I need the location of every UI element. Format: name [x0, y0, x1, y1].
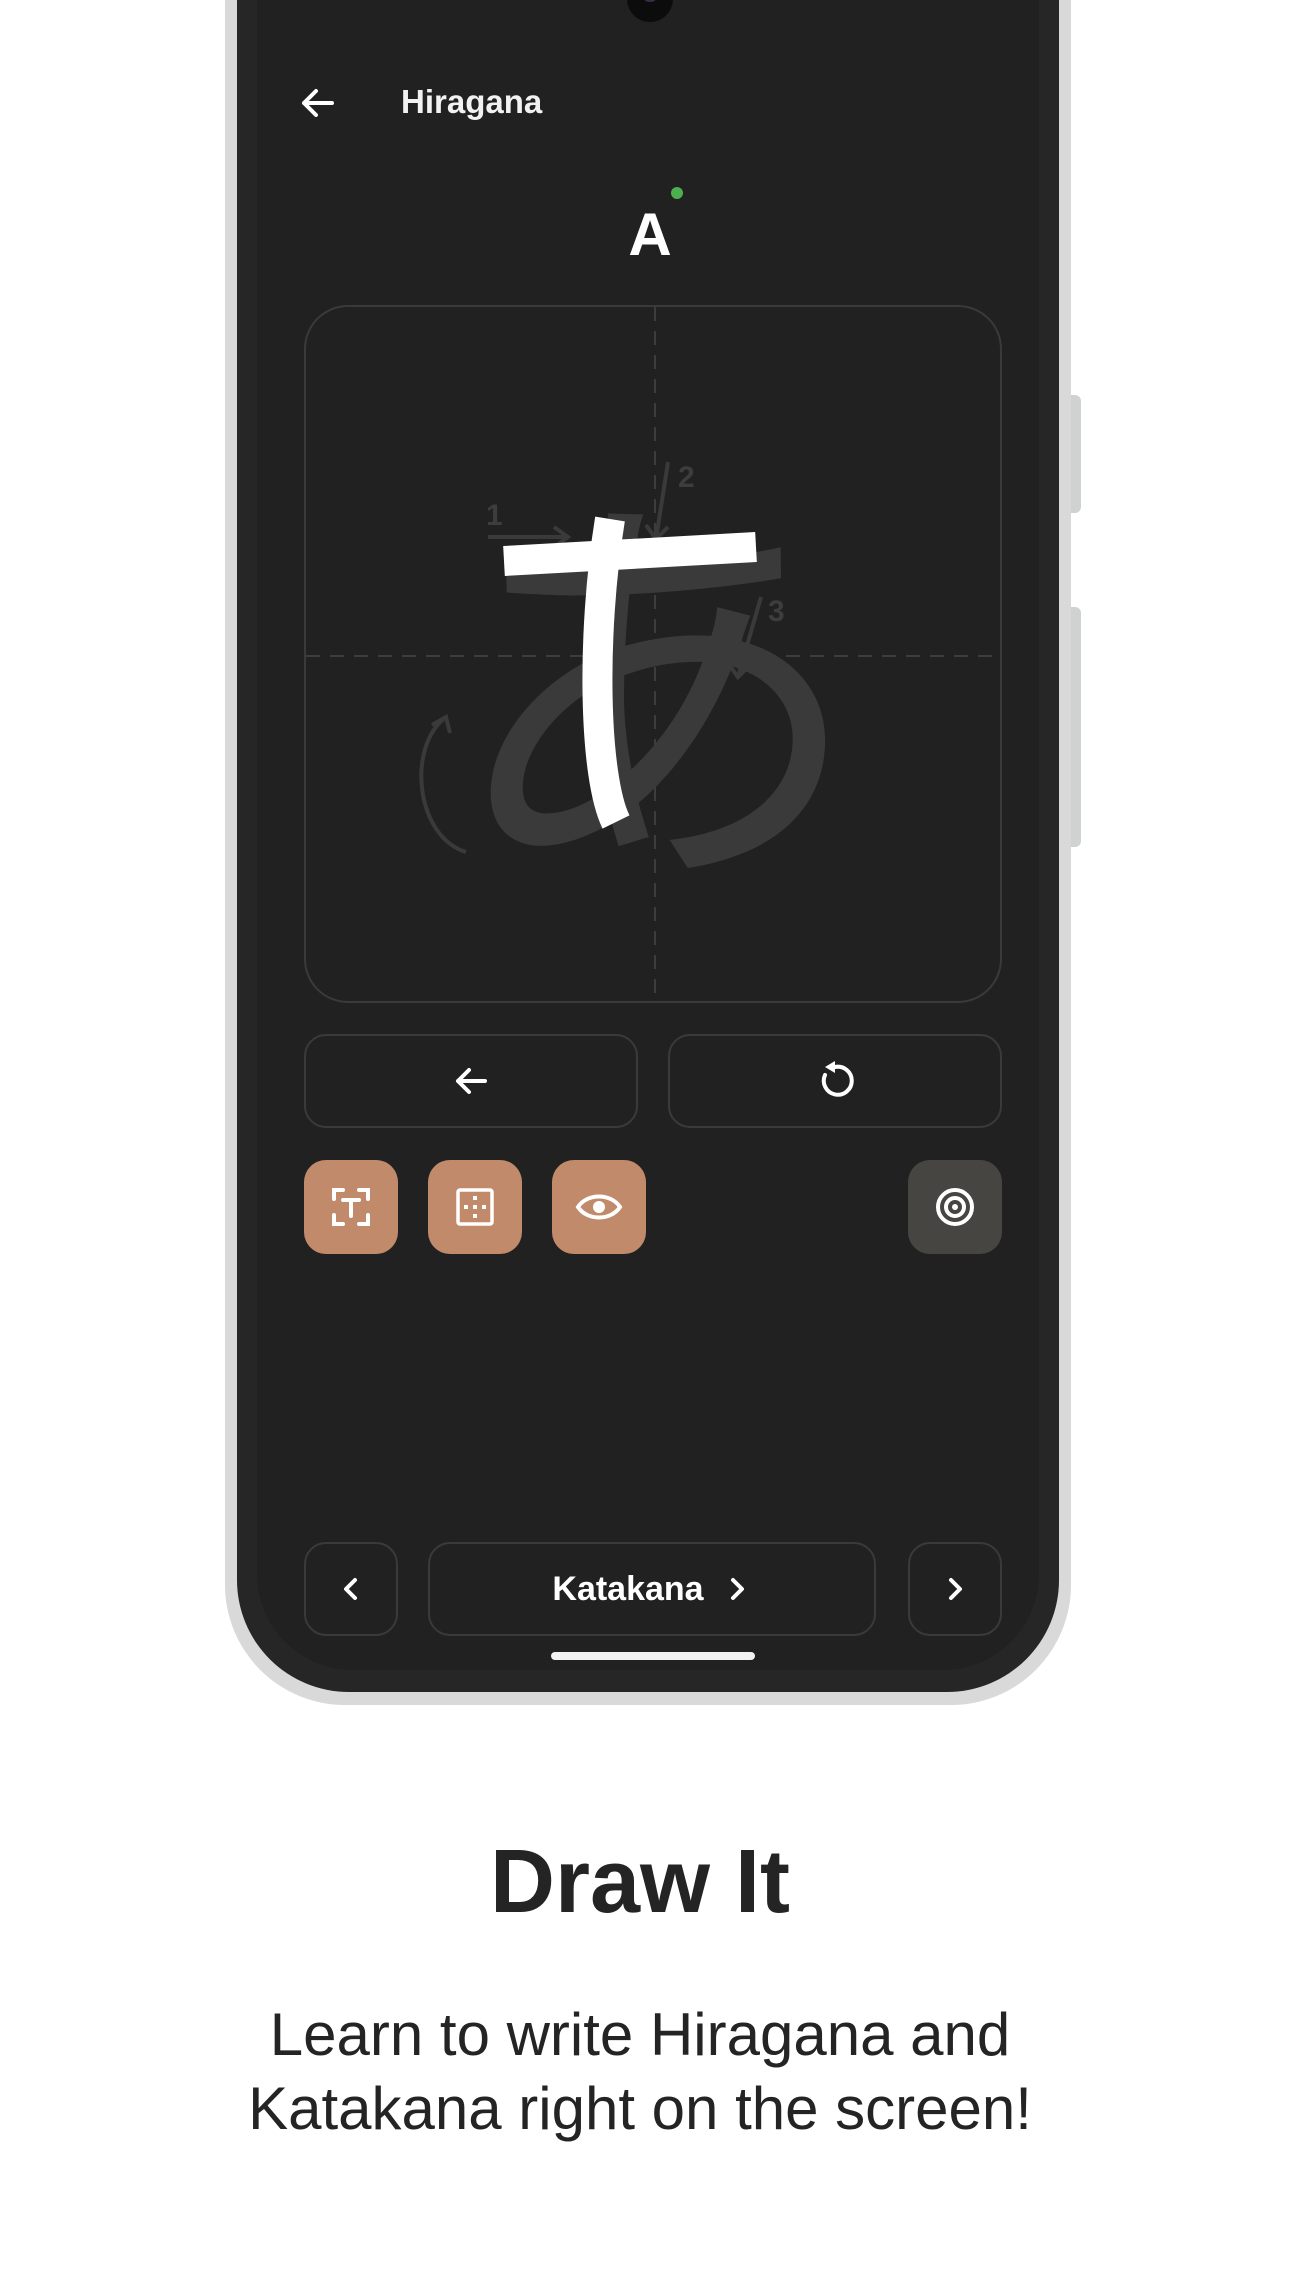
next-character-button[interactable] [908, 1542, 1002, 1636]
text-scan-icon [332, 1188, 370, 1226]
status-dot [671, 187, 683, 199]
chevron-right-icon [949, 1578, 962, 1600]
promo-subtext-line: Katakana right on the screen! [248, 2075, 1032, 2142]
kana-guide-character: あ [445, 458, 865, 947]
romaji-label: A [628, 201, 672, 268]
arrow-left-icon [456, 1068, 487, 1094]
phone-side-button [1071, 395, 1081, 513]
promo-headline: Draw It [489, 1832, 791, 1932]
canvas-drawing: あ 1 2 3 [306, 307, 1000, 1001]
promo-subtext: Learn to write Hiragana and Katakana rig… [140, 1998, 1140, 2146]
home-indicator[interactable] [551, 1652, 755, 1660]
promo-subtext-line: Learn to write Hiragana and [269, 2001, 1011, 2068]
back-button[interactable] [292, 78, 342, 128]
grid-toggle-button[interactable] [428, 1160, 522, 1254]
chevron-left-icon [344, 1578, 357, 1600]
stroke-number-3: 3 [768, 595, 785, 628]
stroke-number-1: 1 [486, 499, 503, 532]
page-title: Hiragana [401, 83, 543, 120]
drawing-canvas[interactable]: あ 1 2 3 [304, 305, 1002, 1003]
undo-stroke-button[interactable] [304, 1034, 638, 1128]
arrow-left-icon [302, 89, 334, 117]
stroke-number-2: 2 [678, 461, 695, 494]
next-script-label: Katakana [552, 1569, 704, 1608]
phone-side-button [1071, 607, 1081, 847]
reset-icon [821, 1061, 854, 1097]
previous-character-button[interactable] [304, 1542, 398, 1636]
grid-icon [456, 1188, 494, 1226]
reset-button[interactable] [668, 1034, 1002, 1128]
chevron-right-icon [730, 1578, 744, 1600]
eye-icon [575, 1194, 623, 1220]
text-recognition-button[interactable] [304, 1160, 398, 1254]
switch-to-katakana-button[interactable]: Katakana [428, 1542, 876, 1636]
user-stroke-1 [503, 532, 757, 576]
target-icon [936, 1188, 974, 1226]
show-guide-button[interactable] [552, 1160, 646, 1254]
target-button[interactable] [908, 1160, 1002, 1254]
